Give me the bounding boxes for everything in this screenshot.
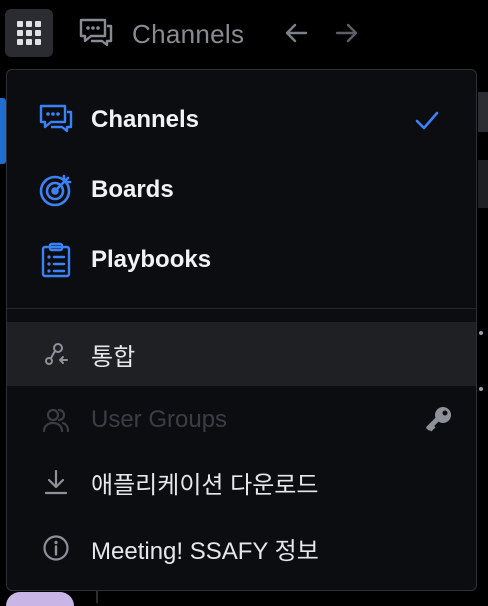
menu-item-label: Boards (91, 176, 174, 203)
menu-item-label: Channels (91, 106, 200, 133)
background-dot (479, 387, 483, 391)
arrow-right-icon (335, 23, 358, 43)
menu-item-label: Playbooks (91, 246, 212, 273)
target-icon (37, 171, 75, 209)
menu-item-label: Meeting! SSAFY 정보 (91, 537, 319, 565)
menu-item-playbooks[interactable]: Playbooks (7, 228, 476, 292)
background-divider (96, 590, 98, 603)
arrow-left-icon (285, 23, 308, 43)
global-header: Channels (0, 0, 488, 66)
current-product: Channels (78, 14, 244, 54)
menu-item-about[interactable]: Meeting! SSAFY 정보 (7, 516, 476, 580)
product-title: Channels (132, 18, 245, 49)
key-icon (421, 403, 455, 437)
download-icon (41, 467, 71, 497)
menu-divider (7, 308, 476, 309)
forward-button[interactable] (332, 18, 362, 48)
menu-item-integrations[interactable]: 통합 (7, 322, 476, 386)
checkmark-icon (412, 105, 442, 135)
menu-item-user-groups[interactable]: User Groups (7, 388, 476, 452)
channels-icon (37, 101, 75, 139)
back-button[interactable] (281, 18, 311, 48)
app-grid-icon (17, 21, 41, 45)
background-panel-edge (478, 92, 488, 132)
user-groups-icon (41, 405, 71, 435)
channels-icon (79, 18, 113, 47)
menu-item-download-apps[interactable]: 애플리케이션 다운로드 (7, 450, 476, 514)
integrations-icon (41, 339, 71, 369)
avatar (6, 592, 74, 606)
background-dot (479, 331, 483, 335)
menu-item-channels[interactable]: Channels (7, 88, 476, 152)
product-switcher-menu: Channels Boards Playbooks 통합 User Groups… (6, 69, 477, 591)
info-icon (41, 533, 71, 563)
product-switcher-button[interactable] (5, 9, 53, 57)
clipboard-list-icon (37, 241, 75, 279)
menu-item-label: User Groups (91, 406, 228, 433)
menu-item-label: 통합 (91, 343, 136, 371)
menu-item-label: 애플리케이션 다운로드 (91, 471, 319, 499)
menu-item-boards[interactable]: Boards (7, 158, 476, 222)
background-panel-edge (478, 160, 488, 208)
